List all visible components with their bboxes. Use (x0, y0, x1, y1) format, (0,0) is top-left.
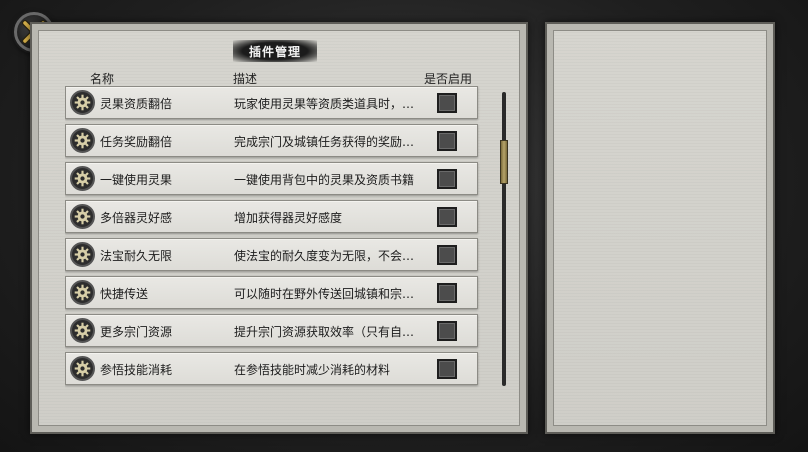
plugin-name: 更多宗门资源 (100, 325, 173, 339)
gear-icon (70, 90, 95, 115)
plugin-description: 提升宗门资源获取效率（只有自… (234, 325, 415, 339)
gear-icon (70, 356, 95, 381)
enable-checkbox[interactable] (437, 245, 457, 265)
plugin-description: 一键使用背包中的灵果及资质书籍 (234, 173, 415, 187)
column-header-enabled: 是否启用 (424, 72, 473, 86)
plugin-name: 多倍器灵好感 (100, 211, 173, 225)
enable-checkbox[interactable] (437, 321, 457, 341)
scrollbar-track[interactable] (502, 92, 506, 386)
plugin-description: 使法宝的耐久度变为无限，不会… (234, 249, 415, 263)
detail-panel (545, 22, 775, 434)
plugin-row[interactable]: 参悟技能消耗 在参悟技能时减少消耗的材料 (65, 352, 478, 385)
plugin-row[interactable]: 法宝耐久无限 使法宝的耐久度变为无限，不会… (65, 238, 478, 271)
title-banner: 插件管理 (233, 40, 317, 62)
page-title: 插件管理 (248, 44, 301, 59)
gear-icon (70, 128, 95, 153)
plugin-row[interactable]: 一键使用灵果 一键使用背包中的灵果及资质书籍 (65, 162, 478, 195)
enable-checkbox[interactable] (437, 283, 457, 303)
plugin-name: 快捷传送 (100, 287, 149, 301)
plugin-row[interactable]: 更多宗门资源 提升宗门资源获取效率（只有自… (65, 314, 478, 347)
plugin-row[interactable]: 任务奖励翻倍 完成宗门及城镇任务获得的奖励… (65, 124, 478, 157)
gear-icon (70, 242, 95, 267)
plugin-name: 一键使用灵果 (100, 173, 173, 187)
enable-checkbox[interactable] (437, 359, 457, 379)
plugin-description: 在参悟技能时减少消耗的材料 (234, 363, 391, 377)
plugin-name: 灵果资质翻倍 (100, 97, 173, 111)
column-header-description: 描述 (233, 72, 258, 86)
plugin-name: 法宝耐久无限 (100, 249, 173, 263)
scrollbar-thumb[interactable] (500, 140, 508, 184)
gear-icon (70, 280, 95, 305)
plugin-list[interactable]: 灵果资质翻倍 玩家使用灵果等资质类道具时，… 任务奖励翻倍 完成宗门及城镇任务获… (65, 86, 481, 390)
plugin-name: 参悟技能消耗 (100, 363, 173, 377)
enable-checkbox[interactable] (437, 93, 457, 113)
plugin-description: 增加获得器灵好感度 (234, 211, 343, 225)
plugin-name: 任务奖励翻倍 (100, 135, 173, 149)
gear-icon (70, 166, 95, 191)
plugin-row[interactable]: 多倍器灵好感 增加获得器灵好感度 (65, 200, 478, 233)
column-header-name: 名称 (90, 72, 115, 86)
plugin-description: 玩家使用灵果等资质类道具时，… (234, 97, 415, 111)
plugin-description: 完成宗门及城镇任务获得的奖励… (234, 135, 415, 149)
enable-checkbox[interactable] (437, 169, 457, 189)
enable-checkbox[interactable] (437, 207, 457, 227)
gear-icon (70, 204, 95, 229)
plugin-description: 可以随时在野外传送回城镇和宗… (234, 287, 415, 301)
plugin-row[interactable]: 灵果资质翻倍 玩家使用灵果等资质类道具时，… (65, 86, 478, 119)
enable-checkbox[interactable] (437, 131, 457, 151)
gear-icon (70, 318, 95, 343)
plugin-row[interactable]: 快捷传送 可以随时在野外传送回城镇和宗… (65, 276, 478, 309)
